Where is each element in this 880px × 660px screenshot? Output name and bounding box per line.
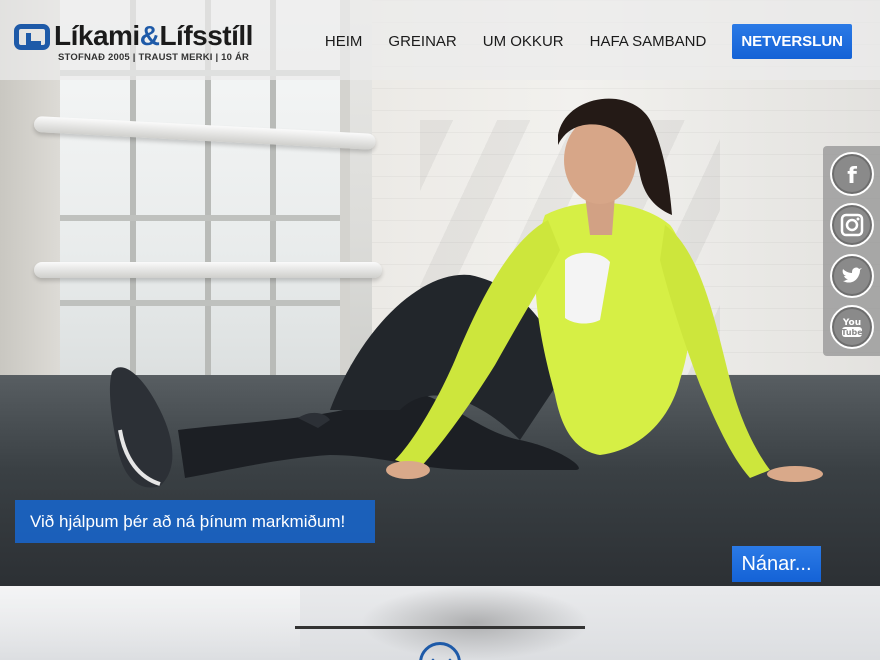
facebook-icon[interactable]: f — [830, 152, 874, 196]
shop-button[interactable]: NETVERSLUN — [732, 24, 852, 59]
svg-text:Tube: Tube — [841, 328, 863, 337]
svg-text:You: You — [842, 318, 861, 328]
nav-item-about[interactable]: UM OKKUR — [483, 24, 564, 59]
hero-model-image — [109, 98, 823, 488]
logo-wordmark: Líkami&Lífsstíll — [54, 20, 253, 51]
social-sidebar: f You Tube — [823, 146, 880, 356]
hero-banner — [0, 0, 880, 586]
site-header: Líkami&Lífsstíll STOFNAÐ 2005 | TRAUST M… — [0, 0, 880, 80]
lower-section — [0, 586, 880, 660]
svg-text:f: f — [847, 164, 857, 189]
nav-item-home[interactable]: HEIM — [325, 24, 363, 59]
nav-item-contact[interactable]: HAFA SAMBAND — [590, 24, 707, 59]
hero-caption: Við hjálpum þér að ná þínum markmiðum! — [15, 500, 375, 543]
twitter-icon[interactable] — [830, 254, 874, 298]
nav-item-articles[interactable]: GREINAR — [388, 24, 456, 59]
logo-tagline: STOFNAÐ 2005 | TRAUST MERKI | 10 ÁR — [58, 52, 250, 63]
youtube-icon[interactable]: You Tube — [830, 305, 874, 349]
main-nav: HEIM GREINAR UM OKKUR HAFA SAMBAND NETVE… — [299, 24, 852, 59]
instagram-icon[interactable] — [830, 203, 874, 247]
more-button[interactable]: Nánar... — [732, 546, 821, 582]
section-divider — [295, 626, 585, 629]
logo-mark-icon — [14, 24, 50, 50]
